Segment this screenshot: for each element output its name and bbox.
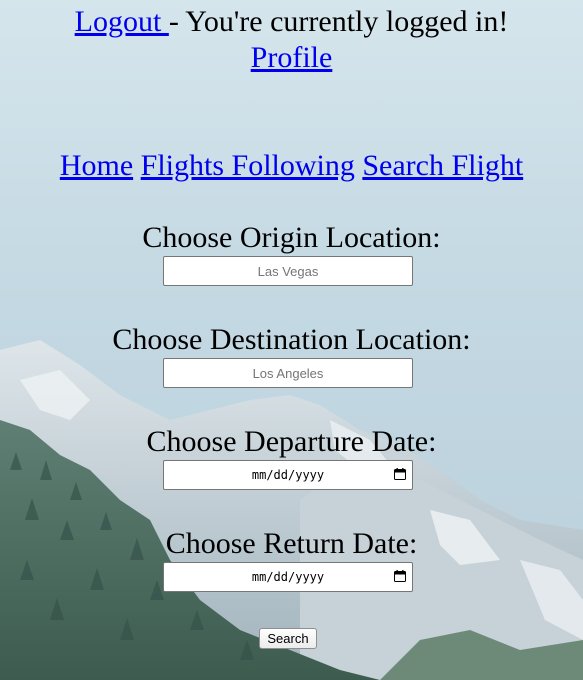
logout-link[interactable]: Logout (75, 5, 169, 38)
search-button[interactable]: Search (259, 628, 317, 649)
nav-search-flight-link[interactable]: Search Flight (362, 149, 523, 182)
destination-label: Choose Destination Location: (112, 323, 471, 356)
nav-home-link[interactable]: Home (60, 149, 133, 182)
departure-date-input[interactable]: mm/dd/yyyy (163, 460, 413, 490)
departure-date-label: Choose Departure Date: (146, 425, 437, 458)
calendar-icon[interactable] (394, 468, 406, 480)
login-status-text: - You're currently logged in! (168, 5, 509, 38)
destination-input[interactable] (163, 358, 413, 388)
profile-line: Profile (0, 40, 583, 76)
origin-input[interactable] (163, 256, 413, 286)
return-date-label: Choose Return Date: (165, 527, 418, 560)
departure-date-placeholder: mm/dd/yyyy (251, 468, 325, 482)
return-date-placeholder: mm/dd/yyyy (251, 570, 325, 584)
origin-label: Choose Origin Location: (142, 221, 441, 254)
nav-flights-following-link[interactable]: Flights Following (141, 149, 355, 182)
calendar-icon[interactable] (394, 570, 406, 582)
profile-link[interactable]: Profile (251, 41, 333, 74)
return-date-input[interactable]: mm/dd/yyyy (163, 562, 413, 592)
session-status-line: Logout - You're currently logged in! (0, 4, 583, 40)
main-nav: Home Flights Following Search Flight (0, 148, 583, 184)
